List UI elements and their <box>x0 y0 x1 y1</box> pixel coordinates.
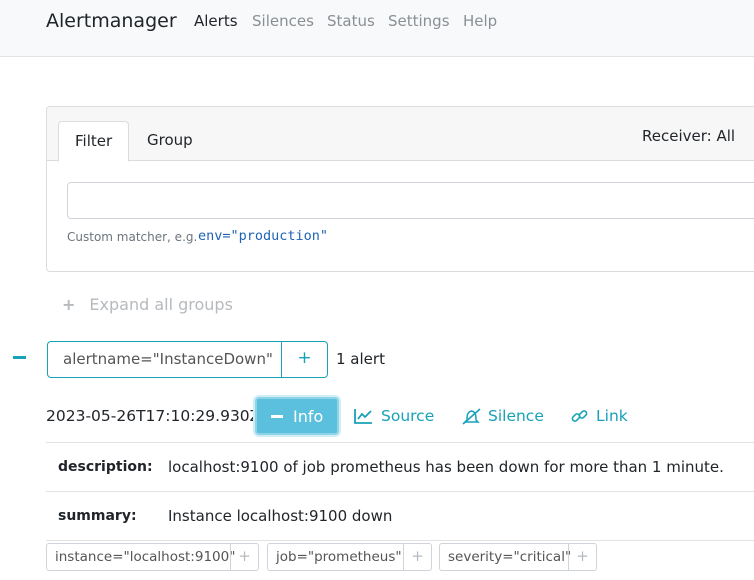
info-toggle-button[interactable]: Info <box>255 397 339 435</box>
nav-alerts[interactable]: Alerts <box>194 12 238 30</box>
label-add-filter-button[interactable]: + <box>230 544 258 570</box>
collapse-group-icon[interactable] <box>13 356 26 359</box>
matcher-hint-label: Custom matcher, e.g. <box>67 230 198 244</box>
annotation-key: summary: <box>58 508 137 524</box>
label-chip: job="prometheus" + <box>267 543 432 571</box>
tab-filter[interactable]: Filter <box>58 121 130 162</box>
label-chip-text[interactable]: job="prometheus" <box>276 549 402 565</box>
group-label: alertname="InstanceDown" <box>63 350 273 368</box>
filter-input[interactable] <box>67 182 754 219</box>
plus-icon: + <box>62 295 76 314</box>
filter-card: Filter Group Receiver: All Custom matche… <box>46 106 754 272</box>
navbar: Alertmanager Alerts Silences Status Sett… <box>0 0 754 57</box>
nav-silences[interactable]: Silences <box>252 12 314 30</box>
divider <box>46 491 754 492</box>
nav-help[interactable]: Help <box>463 12 497 30</box>
tab-group[interactable]: Group <box>131 121 209 162</box>
label-chip: severity="critical" + <box>439 543 597 571</box>
divider <box>46 442 754 443</box>
chart-line-icon <box>354 409 372 424</box>
label-add-filter-button[interactable]: + <box>568 544 596 570</box>
label-add-filter-button[interactable]: + <box>403 544 431 570</box>
annotation-value: localhost:9100 of job prometheus has bee… <box>168 458 724 476</box>
filter-card-header: Filter Group Receiver: All <box>47 107 754 162</box>
group-header: alertname="InstanceDown" + <box>47 341 328 378</box>
bell-slash-icon <box>462 408 481 425</box>
link-icon <box>571 410 588 422</box>
expand-all-groups-button[interactable]: + Expand all groups <box>62 295 233 314</box>
source-label: Source <box>381 407 435 425</box>
nav-settings[interactable]: Settings <box>388 12 450 30</box>
receiver-selector[interactable]: Receiver: All <box>642 127 735 145</box>
alert-timestamp: 2023-05-26T17:10:29.930Z <box>46 407 261 425</box>
matcher-hint-example: env="production" <box>198 228 329 244</box>
brand-title[interactable]: Alertmanager <box>46 10 177 32</box>
expand-all-label: Expand all groups <box>89 295 233 314</box>
annotation-value: Instance localhost:9100 down <box>168 507 393 525</box>
nav-status[interactable]: Status <box>327 12 375 30</box>
divider <box>46 540 754 541</box>
label-chip-text[interactable]: instance="localhost:9100" <box>55 549 235 565</box>
label-chip-text[interactable]: severity="critical" <box>448 549 571 565</box>
link-label: Link <box>596 407 628 425</box>
group-add-filter-button[interactable]: + <box>281 342 327 377</box>
annotation-key: description: <box>58 459 153 475</box>
silence-label: Silence <box>488 407 544 425</box>
label-chip: instance="localhost:9100" + <box>46 543 259 571</box>
info-button-label: Info <box>293 407 324 426</box>
minus-icon <box>271 415 283 418</box>
alert-count: 1 alert <box>336 350 385 368</box>
